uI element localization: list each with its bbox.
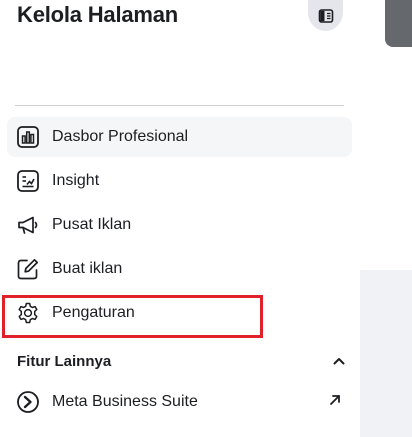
header-divider [15, 105, 344, 106]
external-link-icon [330, 395, 340, 405]
megaphone-icon [15, 212, 41, 238]
edit-icon [15, 256, 41, 282]
more-features-header[interactable]: Fitur Lainnya [17, 350, 347, 372]
nav-item-insight[interactable]: Insight [7, 161, 352, 201]
content-card [360, 0, 412, 270]
nav-item-meta-business-suite[interactable]: Meta Business Suite [7, 382, 352, 422]
nav-item-professional-dashboard[interactable]: Dasbor Profesional [7, 117, 352, 157]
page-title: Kelola Halaman [17, 2, 179, 27]
section-title: Fitur Lainnya [17, 352, 112, 370]
dashboard-icon [15, 124, 41, 150]
highlight-annotation-box [2, 295, 263, 338]
nav-item-label: Meta Business Suite [52, 393, 198, 410]
nav-item-label: Buat iklan [52, 260, 123, 277]
chevron-up-icon[interactable] [331, 353, 347, 369]
manage-page-sidebar: Kelola Halaman Dasbor Profesional Insigh… [0, 0, 360, 437]
nav-item-label: Dasbor Profesional [52, 128, 189, 145]
main-content-area [360, 0, 412, 437]
nav-item-create-ad[interactable]: Buat iklan [7, 249, 352, 289]
cover-image-thumbnail [385, 0, 412, 47]
sidebar-toggle-icon [318, 8, 333, 23]
nav-item-label: Insight [52, 172, 100, 189]
collapse-sidebar-button[interactable] [308, 0, 343, 31]
insight-icon [15, 168, 41, 194]
nav-item-label: Pusat Iklan [52, 216, 132, 233]
meta-business-suite-icon [15, 389, 41, 415]
nav-item-ad-center[interactable]: Pusat Iklan [7, 205, 352, 245]
